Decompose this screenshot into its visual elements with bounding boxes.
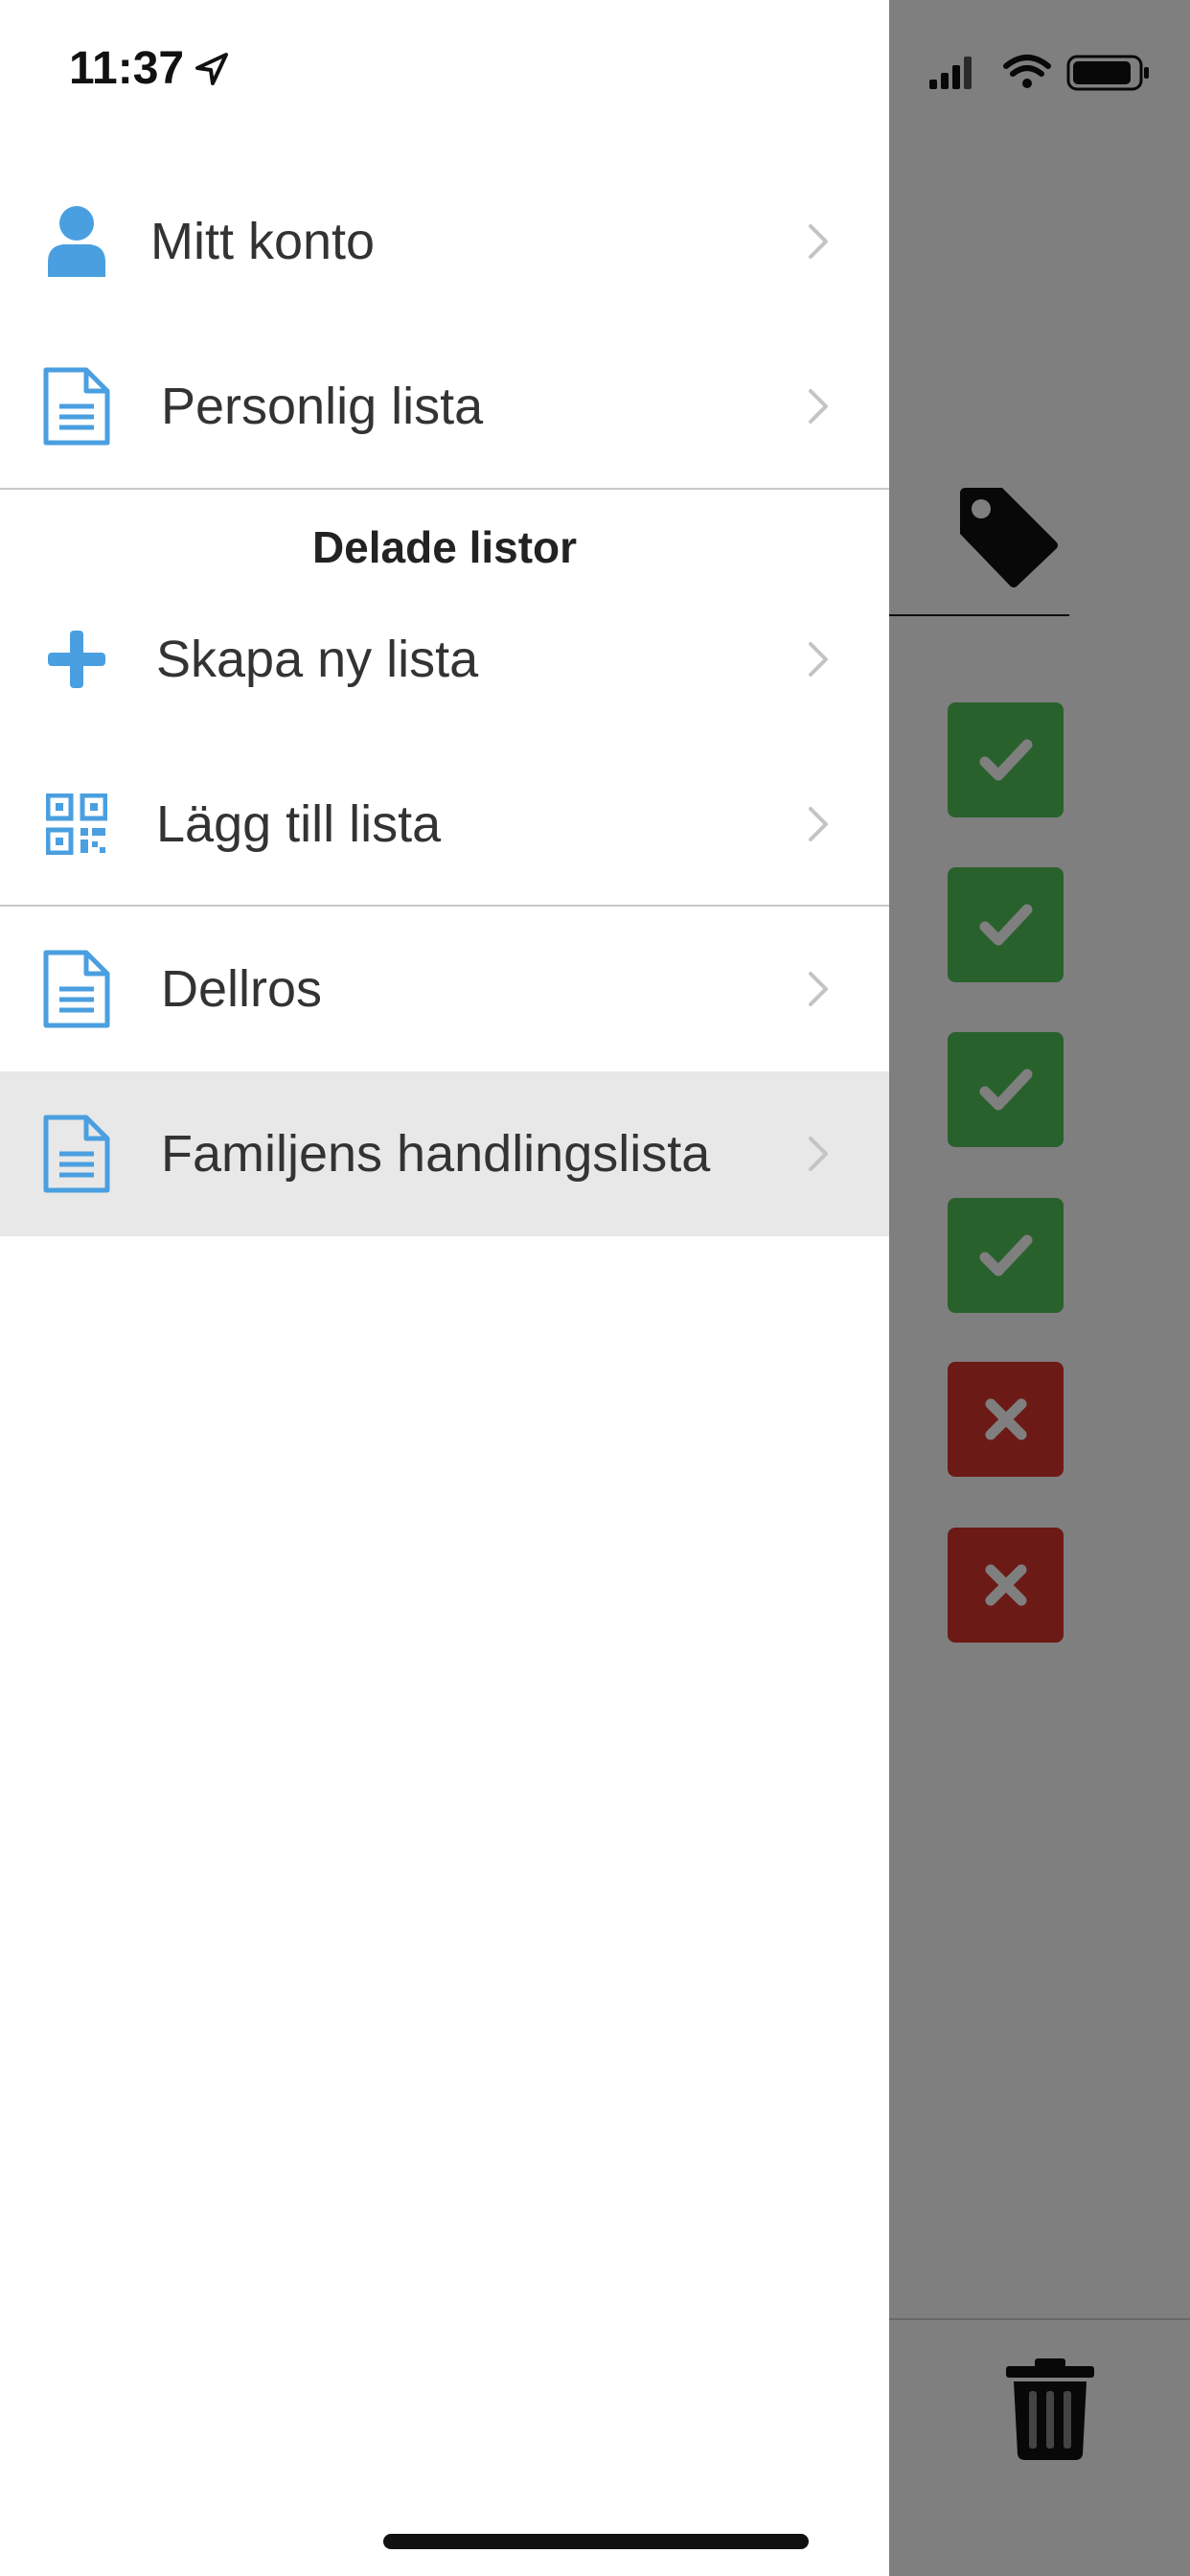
menu-item-label: Mitt konto	[150, 213, 376, 270]
plus-icon	[38, 621, 115, 698]
chevron-right-icon	[809, 389, 828, 424]
qr-code-icon	[38, 786, 115, 862]
chevron-right-icon	[809, 1137, 828, 1171]
section-header-shared-lists: Delade listor	[311, 522, 578, 572]
menu-item-add-list[interactable]: Lägg till lista	[0, 742, 889, 907]
menu-item-my-account[interactable]: Mitt konto	[0, 159, 889, 324]
menu-item-label: Dellros	[161, 960, 323, 1018]
menu-item-label: Familjens handlingslista	[161, 1125, 711, 1183]
chevron-right-icon	[809, 224, 828, 259]
menu-item-list-dellros[interactable]: Dellros	[0, 907, 889, 1071]
menu-item-label: Skapa ny lista	[156, 631, 479, 688]
user-icon	[38, 203, 115, 280]
chevron-right-icon	[809, 642, 828, 677]
menu-item-label: Lägg till lista	[156, 795, 442, 853]
location-arrow-icon	[195, 52, 229, 85]
menu-item-label: Personlig lista	[161, 378, 484, 435]
status-bar-time: 11:37	[69, 42, 230, 95]
chevron-right-icon	[809, 807, 828, 841]
divider	[0, 488, 889, 490]
document-icon	[38, 950, 115, 1028]
side-drawer: 11:37 Mitt konto Personlig lista Delade …	[0, 0, 889, 2576]
clock: 11:37	[69, 43, 185, 94]
document-icon	[38, 367, 115, 446]
menu-item-list-family-shopping[interactable]: Familjens handlingslista	[0, 1071, 889, 1236]
menu-item-create-list[interactable]: Skapa ny lista	[0, 577, 889, 742]
home-indicator[interactable]	[383, 2534, 809, 2549]
chevron-right-icon	[809, 972, 828, 1006]
document-icon	[38, 1115, 115, 1193]
menu-item-personal-list[interactable]: Personlig lista	[0, 324, 889, 489]
